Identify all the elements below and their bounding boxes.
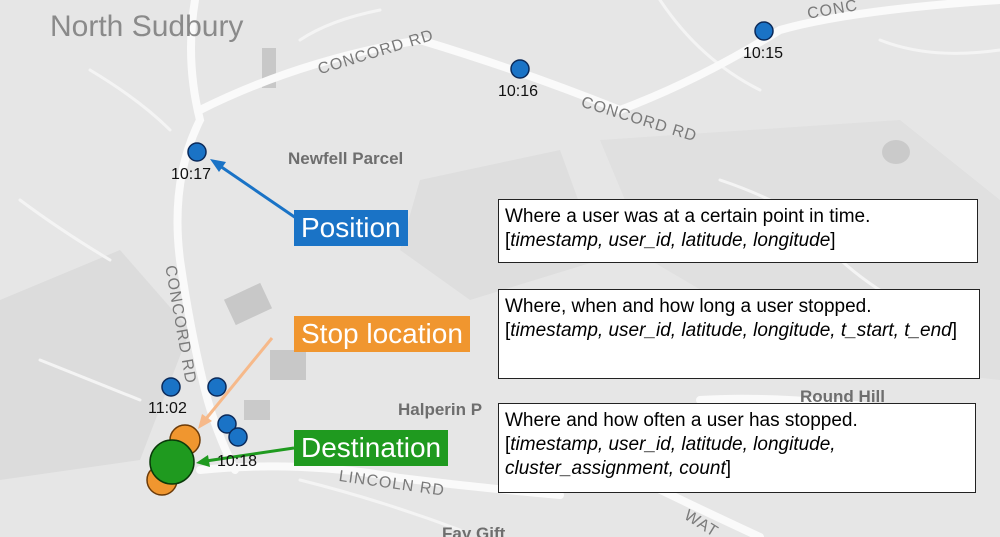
position-marker-1102[interactable]: [161, 377, 181, 397]
position-tag: Position: [294, 210, 408, 246]
position-fields: timestamp, user_id, latitude, longitude: [510, 230, 831, 251]
place-label-newfell-parcel: Newfell Parcel: [288, 149, 404, 168]
position-marker-1015[interactable]: [754, 21, 774, 41]
time-label-1015: 10:15: [743, 45, 784, 62]
position-marker-1018[interactable]: [228, 427, 248, 447]
time-label-1016: 10:16: [498, 83, 539, 100]
position-marker-1016[interactable]: [510, 59, 530, 79]
place-label-north-sudbury: North Sudbury: [50, 10, 244, 43]
pond: [882, 140, 910, 164]
place-label-fay-gift: Fay Gift: [442, 524, 506, 537]
bracket-close: ]: [830, 230, 836, 251]
position-description: Where a user was at a certain point in t…: [505, 206, 871, 227]
destination-marker[interactable]: [149, 439, 195, 485]
position-description-box: Where a user was at a certain point in t…: [498, 199, 978, 263]
place-label-halperin: Halperin P: [398, 400, 483, 419]
time-label-1018: 10:18: [217, 453, 258, 470]
stop-schema: [timestamp, user_id, latitude, longitude…: [505, 319, 973, 343]
destination-fields: timestamp, user_id, latitude, longitude,…: [505, 434, 836, 479]
destination-description: Where and how often a user has stopped.: [505, 410, 858, 431]
position-schema: [timestamp, user_id, latitude, longitude…: [505, 229, 971, 253]
stop-description-box: Where, when and how long a user stopped.…: [498, 289, 980, 379]
position-marker-1017[interactable]: [187, 142, 207, 162]
time-label-1017: 10:17: [171, 166, 212, 183]
stop-description: Where, when and how long a user stopped.: [505, 296, 872, 317]
bracket-close: ]: [951, 320, 958, 341]
stop-fields: timestamp, user_id, latitude, longitude,…: [510, 320, 952, 341]
position-marker[interactable]: [207, 377, 227, 397]
map-figure: North Sudbury Newfell Parcel Halperin P …: [0, 0, 1000, 537]
time-label-1102: 11:02: [148, 400, 187, 417]
stop-location-tag: Stop location: [294, 316, 470, 352]
destination-tag: Destination: [294, 430, 449, 466]
destination-schema: [timestamp, user_id, latitude, longitude…: [505, 433, 969, 481]
building: [244, 400, 270, 420]
bracket-close: ]: [725, 458, 732, 479]
building: [270, 350, 306, 380]
destination-description-box: Where and how often a user has stopped. …: [498, 403, 976, 493]
